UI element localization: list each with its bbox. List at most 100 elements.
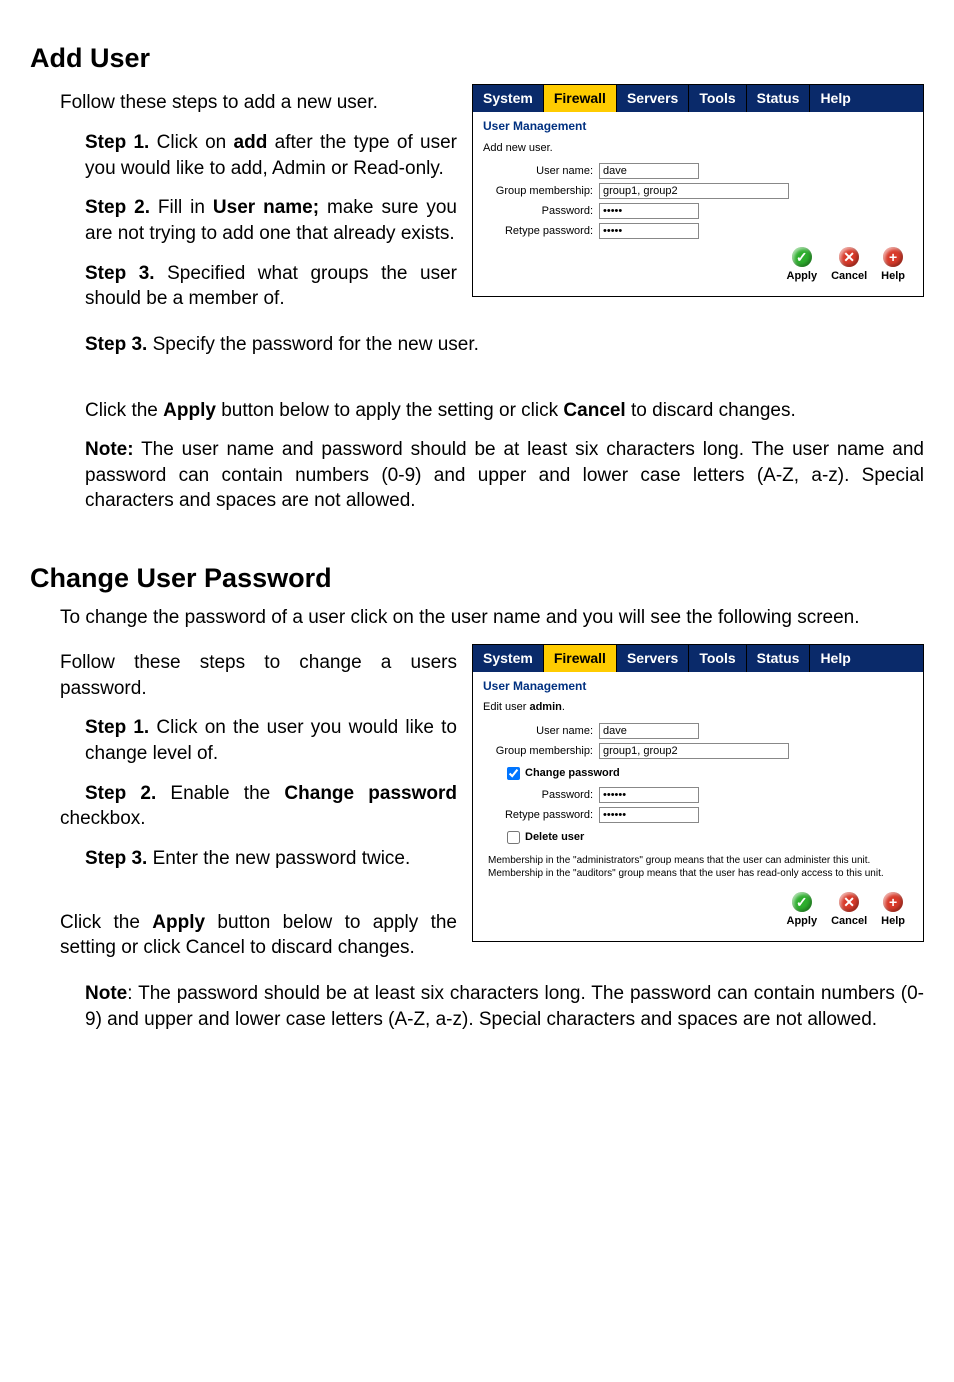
apply-button[interactable]: ✓ Apply [787, 892, 818, 929]
tab-tools[interactable]: Tools [689, 85, 746, 112]
username-input2[interactable] [599, 723, 699, 739]
check-icon: ✓ [792, 247, 812, 267]
s2-step2-bold: Change password [284, 783, 457, 804]
note2-label: Note [85, 983, 127, 1004]
membership-note: Membership in the "administrators" group… [488, 855, 913, 880]
help-label2: Help [881, 914, 905, 929]
panel-subtitle2: Edit user admin. [483, 700, 913, 715]
tab-status[interactable]: Status [747, 645, 811, 672]
sub-bold: admin [529, 701, 561, 713]
tab-firewall[interactable]: Firewall [544, 645, 617, 672]
password-input[interactable] [599, 203, 699, 219]
delete-user-label: Delete user [525, 830, 584, 845]
step2-t1: Fill in [150, 197, 213, 218]
step1: Step 1. Click on add after the type of u… [85, 130, 457, 181]
apply-label: Apply [787, 269, 818, 284]
apply-pre: Click the [85, 400, 163, 421]
membership-note-1: Membership in the "administrators" group… [488, 855, 913, 868]
tab-help[interactable]: Help [810, 645, 923, 672]
apply-line-2: Click the Apply button below to apply th… [60, 910, 457, 961]
group-label: Group membership: [483, 184, 599, 199]
tab-servers[interactable]: Servers [617, 85, 689, 112]
apply-button[interactable]: ✓ Apply [787, 247, 818, 284]
s2-step2-label: Step 2. [85, 783, 156, 804]
apply-post: to discard changes. [626, 400, 796, 421]
group-input2[interactable] [599, 743, 789, 759]
apply2-pre: Click the [60, 912, 152, 933]
cancel-label: Cancel [831, 269, 867, 284]
note1-label: Note: [85, 439, 134, 460]
heading-change-password: Change User Password [30, 560, 924, 596]
username-label: User name: [483, 164, 599, 179]
change-password-label: Change password [525, 766, 620, 781]
retype-label2: Retype password: [483, 808, 599, 823]
screenshot-add-user: System Firewall Servers Tools Status Hel… [472, 84, 924, 297]
retype-input[interactable] [599, 223, 699, 239]
help-button[interactable]: + Help [881, 892, 905, 929]
s2-step2: Step 2. Enable the Change password check… [60, 781, 457, 832]
step3b-label: Step 3. [85, 334, 147, 355]
plus-icon: + [883, 247, 903, 267]
s2-step3-label: Step 3. [85, 848, 147, 869]
s2-step1-label: Step 1. [85, 717, 149, 738]
tab-servers[interactable]: Servers [617, 645, 689, 672]
step2-bold: User name; [213, 197, 319, 218]
step1-label: Step 1. [85, 132, 149, 153]
membership-note-2: Membership in the "auditors" group means… [488, 868, 913, 881]
step2: Step 2. Fill in User name; make sure you… [85, 195, 457, 246]
tab-system[interactable]: System [473, 85, 544, 112]
step3b: Step 3. Specify the password for the new… [85, 332, 924, 358]
s2-step1: Step 1. Click on the user you would like… [85, 715, 457, 766]
tab-tools[interactable]: Tools [689, 645, 746, 672]
delete-user-checkbox[interactable] [507, 831, 520, 844]
tab-status[interactable]: Status [747, 85, 811, 112]
check-icon: ✓ [792, 892, 812, 912]
plus-icon: + [883, 892, 903, 912]
password-label: Password: [483, 204, 599, 219]
apply-label2: Apply [787, 914, 818, 929]
tab-firewall[interactable]: Firewall [544, 85, 617, 112]
cancel-button[interactable]: ✕ Cancel [831, 892, 867, 929]
apply-mid: button below to apply the setting or cli… [216, 400, 563, 421]
panel-title: User Management [483, 118, 913, 134]
sub-post: . [562, 701, 565, 713]
password-label2: Password: [483, 788, 599, 803]
x-icon: ✕ [839, 892, 859, 912]
tabbar2: System Firewall Servers Tools Status Hel… [473, 645, 923, 672]
apply-b1: Apply [163, 400, 216, 421]
username-input[interactable] [599, 163, 699, 179]
note2-text: : The password should be at least six ch… [85, 983, 924, 1030]
s2-step2-t1: Enable the [156, 783, 284, 804]
change-password-checkbox[interactable] [507, 767, 520, 780]
screenshot-edit-user: System Firewall Servers Tools Status Hel… [472, 644, 924, 942]
s2-step2-t2: checkbox. [60, 808, 146, 829]
cancel-button[interactable]: ✕ Cancel [831, 247, 867, 284]
sub-pre: Edit user [483, 701, 529, 713]
apply2-b1: Apply [152, 912, 205, 933]
username-label2: User name: [483, 724, 599, 739]
x-icon: ✕ [839, 247, 859, 267]
note-2: Note: The password should be at least si… [85, 981, 924, 1032]
s2-step3-text: Enter the new password twice. [147, 848, 410, 869]
group-input[interactable] [599, 183, 789, 199]
apply-b2: Cancel [563, 400, 625, 421]
intro2: To change the password of a user click o… [60, 605, 924, 631]
password-input2[interactable] [599, 787, 699, 803]
step2-label: Step 2. [85, 197, 150, 218]
intro-text: Follow these steps to add a new user. [60, 90, 457, 116]
tab-system[interactable]: System [473, 645, 544, 672]
step3a: Step 3. Specified what groups the user s… [85, 261, 457, 312]
step3b-text: Specify the password for the new user. [147, 334, 479, 355]
retype-input2[interactable] [599, 807, 699, 823]
help-label: Help [881, 269, 905, 284]
help-button[interactable]: + Help [881, 247, 905, 284]
tabbar: System Firewall Servers Tools Status Hel… [473, 85, 923, 112]
retype-label: Retype password: [483, 224, 599, 239]
heading-add-user: Add User [30, 40, 924, 76]
follow2: Follow these steps to change a users pas… [60, 650, 457, 701]
step1-t1: Click on [149, 132, 233, 153]
tab-help[interactable]: Help [810, 85, 923, 112]
step3a-label: Step 3. [85, 263, 155, 284]
s2-step3: Step 3. Enter the new password twice. [85, 846, 457, 872]
panel-title2: User Management [483, 678, 913, 694]
